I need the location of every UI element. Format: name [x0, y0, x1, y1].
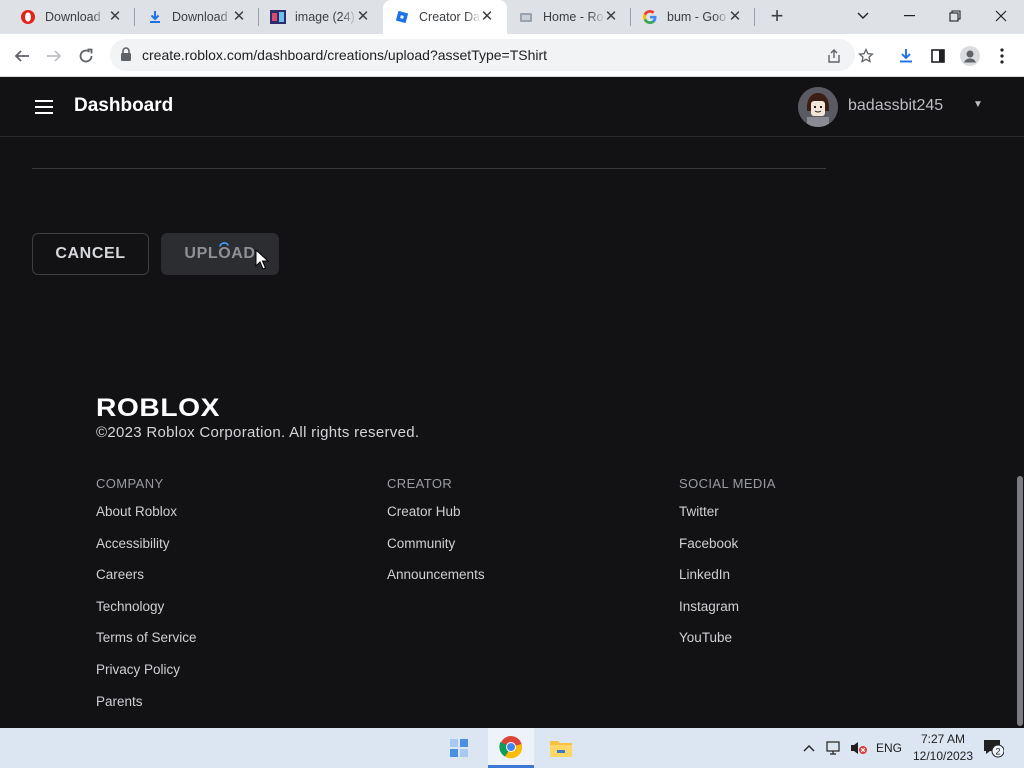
image-thumbnail-icon	[270, 9, 286, 25]
opera-icon	[20, 9, 36, 25]
footer-link-accessibility[interactable]: Accessibility	[96, 536, 197, 565]
footer-heading: COMPANY	[96, 476, 164, 491]
footer-link-linkedin[interactable]: LinkedIn	[679, 568, 776, 596]
close-tab-icon[interactable]: ✕	[355, 9, 371, 25]
footer-link-instagram[interactable]: Instagram	[679, 599, 776, 628]
page-scrollbar-thumb[interactable]	[1017, 476, 1023, 726]
footer-column-social-media: SOCIAL MEDIA Twitter Facebook LinkedIn I…	[679, 477, 776, 659]
footer-link-terms-of-service[interactable]: Terms of Service	[96, 631, 197, 659]
taskbar-clock[interactable]: 7:27 AM 12/10/2023	[912, 731, 974, 765]
loading-spinner-icon	[219, 242, 229, 247]
clock-date: 12/10/2023	[912, 749, 974, 763]
close-tab-icon[interactable]: ✕	[231, 9, 247, 25]
tab-google-search[interactable]: bum - Goo ✕	[631, 0, 755, 34]
svg-text:ROBLOX: ROBLOX	[96, 395, 220, 417]
page-title: Dashboard	[74, 95, 174, 116]
clock-time: 7:27 AM	[920, 732, 966, 746]
google-icon	[642, 9, 658, 25]
url-text[interactable]: create.roblox.com/dashboard/creations/up…	[142, 47, 547, 63]
tray-chevron-up-icon[interactable]	[803, 728, 815, 768]
tab-creator-dashboard[interactable]: Creator Da ✕	[383, 0, 507, 34]
footer-link-about-roblox[interactable]: About Roblox	[96, 505, 197, 533]
windows-taskbar: ENG 7:27 AM 12/10/2023 2	[0, 728, 1024, 768]
file-explorer-icon[interactable]	[538, 728, 584, 768]
restore-button[interactable]	[932, 0, 978, 32]
minimize-button[interactable]	[886, 0, 932, 32]
footer-link-technology[interactable]: Technology	[96, 599, 197, 628]
footer-heading: CREATOR	[387, 476, 453, 491]
copyright-text: ©2023 Roblox Corporation. All rights res…	[96, 424, 420, 441]
username[interactable]: badassbit245	[848, 97, 943, 115]
roblox-logo: ROBLOX	[96, 395, 220, 417]
address-bar[interactable]: create.roblox.com/dashboard/creations/up…	[110, 39, 855, 71]
close-tab-icon[interactable]: ✕	[603, 9, 619, 25]
close-tab-icon[interactable]: ✕	[479, 9, 495, 25]
footer-column-company: COMPANY About Roblox Accessibility Caree…	[96, 477, 197, 722]
lock-icon[interactable]	[120, 47, 132, 66]
side-panel-icon[interactable]	[924, 42, 952, 70]
svg-text:2: 2	[995, 747, 1000, 757]
network-icon[interactable]	[826, 728, 844, 768]
mouse-cursor-icon	[255, 249, 269, 270]
tab-download-2[interactable]: Download ✕	[135, 0, 259, 34]
tab-image[interactable]: image (24) ✕	[259, 0, 383, 34]
hamburger-menu-icon[interactable]	[35, 100, 53, 114]
chrome-taskbar-icon[interactable]	[488, 728, 534, 768]
notification-center-icon[interactable]: 2	[982, 728, 1004, 768]
close-tab-icon[interactable]: ✕	[727, 9, 743, 25]
roblox-home-icon	[518, 9, 534, 25]
dashboard-header: Dashboard badassbit245 ▼	[0, 77, 1024, 137]
footer-column-creator: CREATOR Creator Hub Community Announceme…	[387, 477, 485, 596]
language-indicator[interactable]: ENG	[876, 728, 902, 768]
footer-link-careers[interactable]: Careers	[96, 568, 197, 596]
tab-home-roblox[interactable]: Home - Ro ✕	[507, 0, 631, 34]
caret-down-icon[interactable]: ▼	[973, 99, 983, 110]
avatar[interactable]	[798, 87, 838, 127]
close-window-button[interactable]	[978, 0, 1024, 32]
cancel-button[interactable]: CANCEL	[32, 233, 149, 275]
downloads-icon[interactable]	[892, 42, 920, 70]
back-arrow-icon[interactable]	[8, 42, 36, 70]
footer-link-youtube[interactable]: YouTube	[679, 631, 776, 659]
roblox-studio-icon	[394, 9, 410, 25]
tab-search-chevron-icon[interactable]	[840, 0, 886, 32]
section-divider	[32, 168, 826, 169]
close-tab-icon[interactable]: ✕	[107, 9, 123, 25]
new-tab-button[interactable]: +	[765, 5, 789, 29]
windows-start-icon[interactable]	[436, 728, 482, 768]
forward-arrow-icon[interactable]	[40, 42, 68, 70]
footer-link-twitter[interactable]: Twitter	[679, 505, 776, 533]
footer-link-parents[interactable]: Parents	[96, 694, 197, 723]
download-icon	[147, 9, 163, 25]
volume-muted-icon[interactable]	[850, 728, 868, 768]
kebab-menu-icon[interactable]	[988, 42, 1016, 70]
footer-link-privacy-policy[interactable]: Privacy Policy	[96, 663, 197, 691]
footer-link-facebook[interactable]: Facebook	[679, 536, 776, 565]
footer-heading: SOCIAL MEDIA	[679, 476, 776, 491]
browser-toolbar: create.roblox.com/dashboard/creations/up…	[0, 34, 1024, 77]
profile-icon[interactable]	[956, 42, 984, 70]
tab-download-1[interactable]: Download ✕	[0, 0, 135, 34]
footer-link-community[interactable]: Community	[387, 536, 485, 565]
reload-icon[interactable]	[72, 42, 100, 70]
footer-link-creator-hub[interactable]: Creator Hub	[387, 505, 485, 533]
bookmark-star-icon[interactable]	[852, 42, 880, 70]
share-icon[interactable]	[820, 42, 848, 70]
footer-link-announcements[interactable]: Announcements	[387, 568, 485, 596]
browser-tab-strip: Download ✕ Download ✕ image (24) ✕ Creat…	[0, 0, 1024, 34]
